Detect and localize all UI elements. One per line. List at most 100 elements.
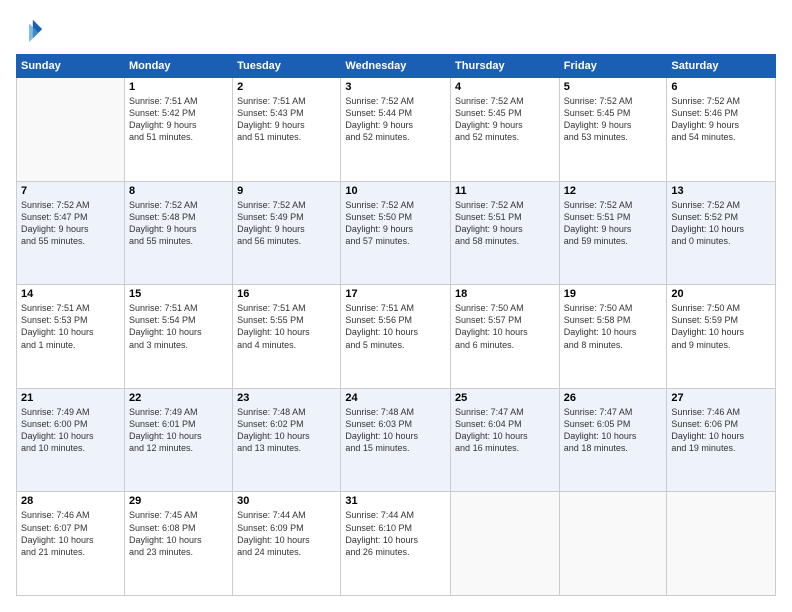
header: [16, 16, 776, 44]
day-number: 11: [455, 185, 555, 197]
calendar-week-row: 28 Sunrise: 7:46 AM Sunset: 6:07 PM Dayli…: [17, 492, 776, 596]
calendar-cell: 3Sunrise: 7:52 AM Sunset: 5:44 PM Daylig…: [341, 78, 451, 182]
day-info: Sunrise: 7:46 AM Sunset: 6:07 PM Dayligh…: [21, 509, 120, 558]
day-number: 1: [129, 81, 228, 93]
day-info: Sunrise: 7:51 AM Sunset: 5:55 PM Dayligh…: [237, 302, 336, 351]
day-number: 13: [671, 185, 771, 197]
calendar-cell: 24 Sunrise: 7:48 AM Sunset: 6:03 PM Dayli…: [341, 388, 451, 492]
calendar-week-row: 7 Sunrise: 7:52 AM Sunset: 5:47 PM Daylig…: [17, 181, 776, 285]
calendar-cell: 6 Sunrise: 7:52 AM Sunset: 5:46 PM Daylig…: [667, 78, 776, 182]
weekday-header: Monday: [124, 55, 232, 78]
day-number: 26: [564, 392, 663, 404]
calendar-cell: 16 Sunrise: 7:51 AM Sunset: 5:55 PM Dayli…: [233, 285, 341, 389]
day-info: Sunrise: 7:51 AM Sunset: 5:43 PM Dayligh…: [237, 95, 336, 144]
calendar-cell: 29Sunrise: 7:45 AM Sunset: 6:08 PM Dayli…: [124, 492, 232, 596]
day-info: Sunrise: 7:52 AM Sunset: 5:47 PM Dayligh…: [21, 199, 120, 248]
calendar-week-row: 21Sunrise: 7:49 AM Sunset: 6:00 PM Dayli…: [17, 388, 776, 492]
weekday-header: Thursday: [451, 55, 560, 78]
day-info: Sunrise: 7:52 AM Sunset: 5:49 PM Dayligh…: [237, 199, 336, 248]
day-info: Sunrise: 7:52 AM Sunset: 5:46 PM Dayligh…: [671, 95, 771, 144]
calendar-table: SundayMondayTuesdayWednesdayThursdayFrid…: [16, 54, 776, 596]
calendar-cell: 1 Sunrise: 7:51 AM Sunset: 5:42 PM Daylig…: [124, 78, 232, 182]
day-info: Sunrise: 7:51 AM Sunset: 5:42 PM Dayligh…: [129, 95, 228, 144]
calendar-cell: 13 Sunrise: 7:52 AM Sunset: 5:52 PM Dayli…: [667, 181, 776, 285]
day-number: 9: [237, 185, 336, 197]
calendar-cell: 19Sunrise: 7:50 AM Sunset: 5:58 PM Dayli…: [559, 285, 667, 389]
day-number: 30: [237, 495, 336, 507]
calendar-cell: 4 Sunrise: 7:52 AM Sunset: 5:45 PM Daylig…: [451, 78, 560, 182]
calendar-cell: 20Sunrise: 7:50 AM Sunset: 5:59 PM Dayli…: [667, 285, 776, 389]
logo: [16, 16, 48, 44]
day-info: Sunrise: 7:50 AM Sunset: 5:58 PM Dayligh…: [564, 302, 663, 351]
calendar-cell: 28 Sunrise: 7:46 AM Sunset: 6:07 PM Dayli…: [17, 492, 125, 596]
calendar-cell: 26 Sunrise: 7:47 AM Sunset: 6:05 PM Dayli…: [559, 388, 667, 492]
day-info: Sunrise: 7:52 AM Sunset: 5:44 PM Dayligh…: [345, 95, 446, 144]
day-number: 20: [671, 288, 771, 300]
day-info: Sunrise: 7:52 AM Sunset: 5:51 PM Dayligh…: [564, 199, 663, 248]
weekday-header: Tuesday: [233, 55, 341, 78]
day-number: 15: [129, 288, 228, 300]
day-info: Sunrise: 7:52 AM Sunset: 5:45 PM Dayligh…: [455, 95, 555, 144]
calendar-cell: 7 Sunrise: 7:52 AM Sunset: 5:47 PM Daylig…: [17, 181, 125, 285]
calendar-cell: [451, 492, 560, 596]
day-number: 4: [455, 81, 555, 93]
day-number: 28: [21, 495, 120, 507]
calendar-cell: 31Sunrise: 7:44 AM Sunset: 6:10 PM Dayli…: [341, 492, 451, 596]
day-info: Sunrise: 7:52 AM Sunset: 5:45 PM Dayligh…: [564, 95, 663, 144]
day-info: Sunrise: 7:46 AM Sunset: 6:06 PM Dayligh…: [671, 406, 771, 455]
day-info: Sunrise: 7:44 AM Sunset: 6:10 PM Dayligh…: [345, 509, 446, 558]
day-number: 17: [345, 288, 446, 300]
day-info: Sunrise: 7:50 AM Sunset: 5:57 PM Dayligh…: [455, 302, 555, 351]
day-number: 5: [564, 81, 663, 93]
weekday-header-row: SundayMondayTuesdayWednesdayThursdayFrid…: [17, 55, 776, 78]
day-number: 12: [564, 185, 663, 197]
calendar-cell: 22 Sunrise: 7:49 AM Sunset: 6:01 PM Dayli…: [124, 388, 232, 492]
day-info: Sunrise: 7:51 AM Sunset: 5:53 PM Dayligh…: [21, 302, 120, 351]
day-info: Sunrise: 7:48 AM Sunset: 6:03 PM Dayligh…: [345, 406, 446, 455]
day-info: Sunrise: 7:44 AM Sunset: 6:09 PM Dayligh…: [237, 509, 336, 558]
day-number: 18: [455, 288, 555, 300]
day-number: 2: [237, 81, 336, 93]
day-number: 22: [129, 392, 228, 404]
calendar-cell: 30 Sunrise: 7:44 AM Sunset: 6:09 PM Dayli…: [233, 492, 341, 596]
calendar-cell: 25 Sunrise: 7:47 AM Sunset: 6:04 PM Dayli…: [451, 388, 560, 492]
page: SundayMondayTuesdayWednesdayThursdayFrid…: [0, 0, 792, 612]
calendar-cell: 27 Sunrise: 7:46 AM Sunset: 6:06 PM Dayli…: [667, 388, 776, 492]
day-number: 25: [455, 392, 555, 404]
day-info: Sunrise: 7:52 AM Sunset: 5:50 PM Dayligh…: [345, 199, 446, 248]
weekday-header: Wednesday: [341, 55, 451, 78]
calendar-cell: 15 Sunrise: 7:51 AM Sunset: 5:54 PM Dayli…: [124, 285, 232, 389]
calendar-cell: [17, 78, 125, 182]
calendar-cell: 21Sunrise: 7:49 AM Sunset: 6:00 PM Dayli…: [17, 388, 125, 492]
calendar-cell: 14 Sunrise: 7:51 AM Sunset: 5:53 PM Dayli…: [17, 285, 125, 389]
logo-icon: [16, 16, 44, 44]
day-number: 24: [345, 392, 446, 404]
day-number: 6: [671, 81, 771, 93]
day-number: 27: [671, 392, 771, 404]
calendar-cell: [667, 492, 776, 596]
day-info: Sunrise: 7:51 AM Sunset: 5:54 PM Dayligh…: [129, 302, 228, 351]
day-number: 10: [345, 185, 446, 197]
calendar-cell: 10 Sunrise: 7:52 AM Sunset: 5:50 PM Dayli…: [341, 181, 451, 285]
day-info: Sunrise: 7:47 AM Sunset: 6:04 PM Dayligh…: [455, 406, 555, 455]
day-number: 16: [237, 288, 336, 300]
day-info: Sunrise: 7:48 AM Sunset: 6:02 PM Dayligh…: [237, 406, 336, 455]
calendar-cell: 17 Sunrise: 7:51 AM Sunset: 5:56 PM Dayli…: [341, 285, 451, 389]
calendar-cell: 9 Sunrise: 7:52 AM Sunset: 5:49 PM Daylig…: [233, 181, 341, 285]
day-info: Sunrise: 7:49 AM Sunset: 6:01 PM Dayligh…: [129, 406, 228, 455]
calendar-cell: 2 Sunrise: 7:51 AM Sunset: 5:43 PM Daylig…: [233, 78, 341, 182]
calendar-week-row: 14 Sunrise: 7:51 AM Sunset: 5:53 PM Dayli…: [17, 285, 776, 389]
calendar-cell: 8Sunrise: 7:52 AM Sunset: 5:48 PM Daylig…: [124, 181, 232, 285]
day-info: Sunrise: 7:47 AM Sunset: 6:05 PM Dayligh…: [564, 406, 663, 455]
day-info: Sunrise: 7:49 AM Sunset: 6:00 PM Dayligh…: [21, 406, 120, 455]
day-info: Sunrise: 7:52 AM Sunset: 5:52 PM Dayligh…: [671, 199, 771, 248]
day-number: 14: [21, 288, 120, 300]
weekday-header: Saturday: [667, 55, 776, 78]
day-number: 29: [129, 495, 228, 507]
calendar-cell: 11Sunrise: 7:52 AM Sunset: 5:51 PM Dayli…: [451, 181, 560, 285]
calendar-cell: 5 Sunrise: 7:52 AM Sunset: 5:45 PM Daylig…: [559, 78, 667, 182]
day-number: 7: [21, 185, 120, 197]
day-number: 8: [129, 185, 228, 197]
calendar-cell: [559, 492, 667, 596]
day-info: Sunrise: 7:51 AM Sunset: 5:56 PM Dayligh…: [345, 302, 446, 351]
